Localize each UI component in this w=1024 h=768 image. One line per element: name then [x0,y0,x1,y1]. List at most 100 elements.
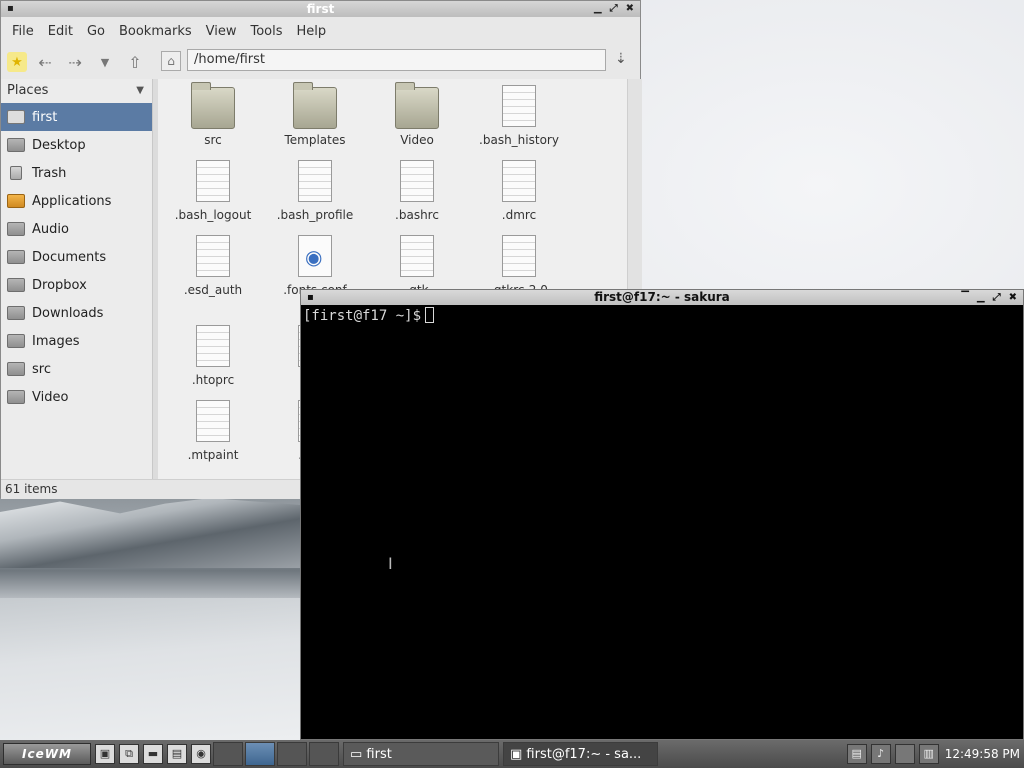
home-icon[interactable]: ⌂ [161,51,181,71]
minimize-icon[interactable]: ▁ [594,1,602,17]
file-item[interactable]: .bash_profile [265,158,365,222]
workspace-4[interactable] [309,742,339,766]
text-file-icon [400,160,434,202]
taskbar-task-first[interactable]: ▭ first [343,742,499,766]
text-file-icon [196,235,230,277]
file-item[interactable]: .gtkrc-2.0 [469,233,569,297]
text-file-icon [502,160,536,202]
file-item[interactable]: .mtpaint [163,398,263,462]
network-monitor-icon: ▥ [918,744,939,764]
maximize-icon[interactable]: ⤢ [610,1,618,17]
sidebar-item-trash[interactable]: Trash [1,159,152,187]
sidebar-item-dropbox[interactable]: Dropbox [1,271,152,299]
maximize-icon[interactable]: ⤢ [993,290,1001,305]
applications-icon [7,194,25,208]
window-list-icon[interactable]: ⧉ [119,744,139,764]
file-item[interactable]: Video [367,82,467,147]
workspace-3[interactable] [277,742,307,766]
file-item[interactable]: .bashrc [367,158,467,222]
folder-icon [293,82,337,129]
system-tray: ▤ ♪ ▥ [846,744,939,764]
volume-icon[interactable]: ♪ [870,744,891,764]
close-icon[interactable]: ✖ [1009,290,1017,305]
menu-view[interactable]: View [199,24,244,39]
sidebar-item-downloads[interactable]: Downloads [1,299,152,327]
text-file-icon [196,160,230,202]
menu-edit[interactable]: Edit [41,24,80,39]
sidebar-item-applications[interactable]: Applications [1,187,152,215]
sidebar-item-video[interactable]: Video [1,383,152,411]
taskbar: IceWM ▣ ⧉ ▬ ▤ ◉ ▭ first ▣ first@f17:~ - … [0,740,1024,768]
desktop-icon [7,138,25,152]
menu-bookmarks[interactable]: Bookmarks [112,24,199,39]
start-menu-button[interactable]: IceWM [3,743,91,765]
terminal-titlebar[interactable]: ▪ first@f17:~ - sakura ▔ ▁ ⤢ ✖ [301,290,1023,305]
text-file-icon [502,85,536,127]
menu-go[interactable]: Go [80,24,112,39]
wallpaper-snow [0,498,300,740]
browser-launcher-icon[interactable]: ◉ [191,744,211,764]
toolbar-overflow-icon[interactable]: ⇣ [615,51,627,67]
path-entry[interactable]: /home/first [187,49,606,71]
minimize-icon[interactable]: ▁ [977,290,985,305]
places-sidebar: Places ▼ first Desktop Trash Application… [1,79,152,479]
sidebar-item-audio[interactable]: Audio [1,215,152,243]
home-folder-icon [7,110,25,124]
show-desktop-icon[interactable]: ▣ [95,744,115,764]
terminal-output[interactable]: [first@f17 ~]$ [303,307,435,324]
folder-icon [7,278,25,292]
file-item[interactable]: .bash_history [469,83,569,147]
menu-file[interactable]: File [5,24,41,39]
terminal-window[interactable]: ▪ first@f17:~ - sakura ▔ ▁ ⤢ ✖ [first@f1… [300,289,1024,740]
forward-icon[interactable]: ⇢ [63,50,87,74]
file-item[interactable]: .fonts.conf [265,233,365,297]
menu-help[interactable]: Help [290,24,334,39]
text-file-icon [196,325,230,367]
back-icon[interactable]: ⇠ [33,50,57,74]
text-file-icon [196,400,230,442]
trash-icon [10,166,22,180]
window-menu-icon[interactable]: ▪ [7,1,14,17]
folder-icon [7,306,25,320]
shell-prompt: [first@f17 ~]$ [303,308,422,324]
file-item[interactable]: Templates [265,82,365,147]
workspace-1[interactable] [213,742,243,766]
fm-titlebar[interactable]: ▪ first ▁ ⤢ ✖ [1,1,640,17]
sidebar-item-documents[interactable]: Documents [1,243,152,271]
sidebar-item-images[interactable]: Images [1,327,152,355]
text-file-icon [400,235,434,277]
sidebar-item-desktop[interactable]: Desktop [1,131,152,159]
places-header[interactable]: Places ▼ [1,79,152,103]
clipboard-icon[interactable]: ▤ [846,744,867,764]
terminal-launcher-icon[interactable]: ▬ [143,744,163,764]
folder-icon [7,222,25,236]
up-icon[interactable]: ⇧ [123,50,147,74]
window-menu-icon[interactable]: ▪ [307,290,314,305]
file-manager-launcher-icon[interactable]: ▤ [167,744,187,764]
close-icon[interactable]: ✖ [626,1,634,17]
file-item[interactable]: .esd_auth [163,233,263,297]
folder-icon [7,334,25,348]
rollup-icon[interactable]: ▔ [961,290,969,305]
text-file-icon [502,235,536,277]
file-item[interactable]: .htoprc [163,323,263,387]
file-item[interactable]: .gtk [367,233,467,297]
new-window-icon[interactable]: ★ [7,52,27,72]
folder-icon [395,82,439,129]
history-dropdown-icon[interactable]: ▼ [93,50,117,74]
menu-tools[interactable]: Tools [243,24,289,39]
clock[interactable]: 12:49:58 PM [945,747,1020,761]
folder-icon [7,362,25,376]
sidebar-item-src[interactable]: src [1,355,152,383]
terminal-title: first@f17:~ - sakura [594,290,730,304]
taskbar-task-terminal[interactable]: ▣ first@f17:~ - sa... [503,742,658,766]
folder-icon [7,250,25,264]
folder-icon [191,82,235,129]
places-dropdown-icon[interactable]: ▼ [136,79,144,103]
ibeam-cursor-icon: I [388,554,393,573]
file-item[interactable]: src [163,82,263,147]
workspace-2[interactable] [245,742,275,766]
file-item[interactable]: .bash_logout [163,158,263,222]
sidebar-item-first[interactable]: first [1,103,152,131]
file-item[interactable]: .dmrc [469,158,569,222]
